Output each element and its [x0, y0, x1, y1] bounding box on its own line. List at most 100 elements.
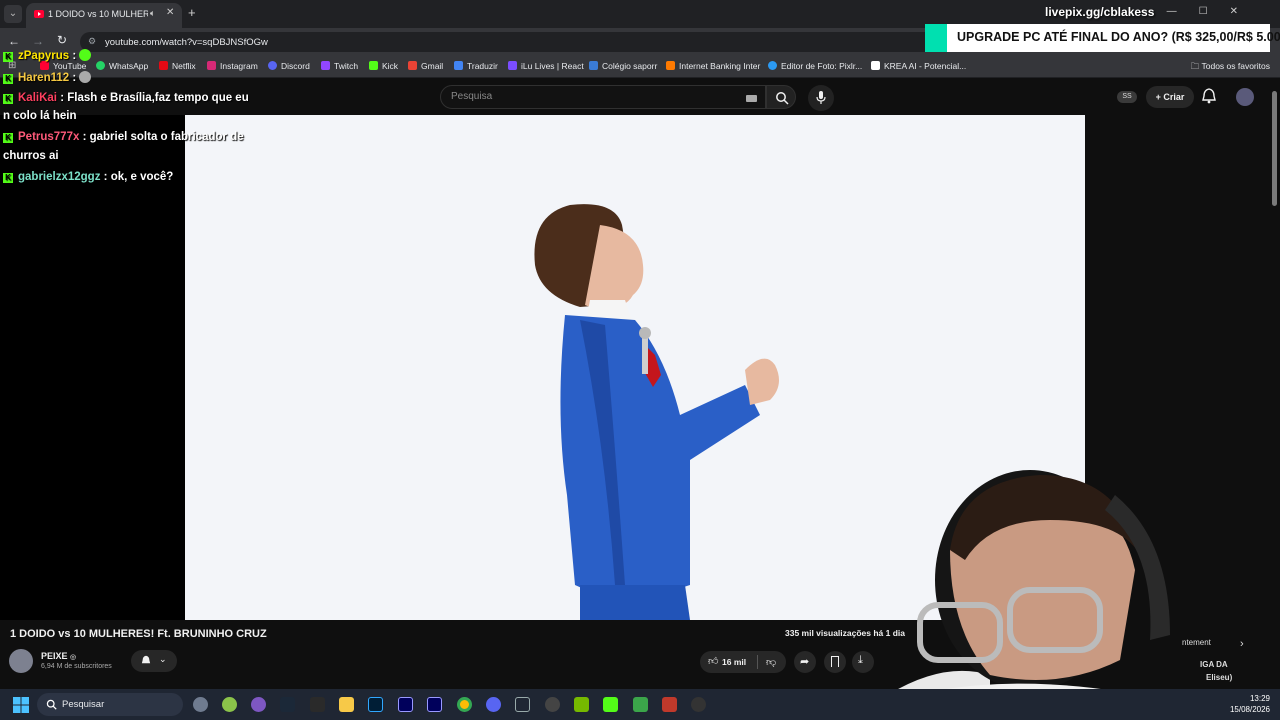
channel-name[interactable]: PEIXE ◎ — [41, 651, 76, 661]
recommendation-chip[interactable]: ntement — [1182, 638, 1211, 647]
channel-avatar[interactable] — [9, 649, 33, 673]
close-tab-icon[interactable]: ✕ — [166, 7, 174, 18]
pixlr-icon — [768, 61, 777, 70]
streamer-webcam — [880, 470, 1180, 720]
save-button[interactable] — [824, 651, 846, 673]
bookmark-youtube[interactable]: YouTube — [40, 61, 86, 71]
kick-icon[interactable] — [603, 697, 618, 712]
download-button[interactable]: ⤓ — [852, 651, 874, 673]
app-circle-icon[interactable] — [251, 697, 266, 712]
kick-badge-icon: K — [3, 94, 13, 104]
file-explorer-icon[interactable] — [339, 697, 354, 712]
bookmark-whatsapp[interactable]: WhatsApp — [96, 61, 148, 71]
chevron-down-icon: ⌄ — [159, 654, 167, 664]
app-icon[interactable] — [515, 697, 530, 712]
divider — [757, 655, 758, 669]
like-dislike-group[interactable]: 👍︎ 16 mil 👎︎ — [700, 651, 786, 673]
bookmark-traduzir[interactable]: Traduzir — [454, 61, 498, 71]
notification-subscribe-button[interactable]: ⌄ — [131, 650, 177, 672]
bookmark-colegio[interactable]: Colégio saporr — [589, 61, 657, 71]
page-scrollbar[interactable] — [1270, 79, 1280, 689]
window-controls[interactable]: —☐✕ — [1167, 6, 1260, 17]
voice-search-button[interactable] — [808, 85, 834, 111]
recommendation-subtitle[interactable]: Eliseu) — [1206, 673, 1232, 682]
twitch-icon — [321, 61, 330, 70]
speaker-icon[interactable]: 🔈︎ — [150, 8, 155, 19]
profile-badge[interactable]: SS — [1117, 91, 1137, 103]
chat-message-continued: n colo lá hein — [3, 110, 77, 122]
bookmark-discord[interactable]: Discord — [268, 61, 310, 71]
share-button[interactable]: ➦ — [794, 651, 816, 673]
url-text[interactable]: youtube.com/watch?v=sqDBJNSfOGw — [105, 37, 268, 48]
like-count: 16 mil — [722, 657, 747, 667]
bookmarks-bar: ⊞ YouTube WhatsApp Netflix Instagram Dis… — [0, 56, 1280, 78]
minecraft-icon[interactable] — [633, 697, 648, 712]
site-info-icon[interactable]: ⚙ — [88, 36, 96, 47]
search-button[interactable] — [766, 85, 796, 109]
premiere-icon[interactable] — [398, 697, 413, 712]
gmail-icon — [408, 61, 417, 70]
steam-icon[interactable] — [280, 697, 295, 712]
obs-icon[interactable] — [545, 697, 560, 712]
microphone-icon — [816, 91, 826, 104]
chat-message: Kgabrielzx12ggz : ok, e você? — [3, 171, 173, 183]
all-favorites-folder[interactable]: 🗀︎ Todos os favoritos — [1191, 61, 1270, 75]
chat-message: K Haren112 : — [3, 71, 92, 84]
chevron-right-icon[interactable]: › — [1240, 638, 1244, 650]
windows-start-icon[interactable] — [13, 697, 29, 713]
4k-app-icon[interactable] — [691, 697, 706, 712]
bank-icon — [666, 61, 675, 70]
new-tab-button[interactable]: + — [188, 5, 196, 20]
active-tab[interactable]: 1 DOIDO vs 10 MULHERES! 🔈︎ ✕ — [26, 3, 182, 28]
subscriber-count: 6,94 M de subscritores — [41, 663, 112, 670]
discord-icon[interactable] — [486, 697, 501, 712]
android-app-icon[interactable] — [222, 697, 237, 712]
bookmark-pixlr[interactable]: Editor de Foto: Pixlr... — [768, 61, 862, 71]
chrome-icon[interactable] — [457, 697, 472, 712]
create-button[interactable]: + Criar — [1146, 86, 1194, 108]
download-icon: ⤓ — [858, 654, 863, 666]
livepix-goal-text: UPGRADE PC ATÉ FINAL DO ANO? (R$ 325,00/… — [957, 30, 1280, 44]
school-icon — [589, 61, 598, 70]
bookmark-kick[interactable]: Kick — [369, 61, 398, 71]
system-clock[interactable]: 13:29 15/08/2026 — [1226, 693, 1270, 715]
notifications-bell-icon[interactable] — [1202, 88, 1216, 104]
back-arrow-icon[interactable]: ← — [8, 34, 20, 48]
reload-icon[interactable]: ↻ — [57, 33, 67, 47]
livepix-goal-banner: UPGRADE PC ATÉ FINAL DO ANO? (R$ 325,00/… — [925, 24, 1280, 52]
bookmark-twitch[interactable]: Twitch — [321, 61, 358, 71]
photoshop-icon[interactable] — [368, 697, 383, 712]
bookmark-gmail[interactable]: Gmail — [408, 61, 443, 71]
tab-title: 1 DOIDO vs 10 MULHERES! — [48, 9, 148, 19]
kick-badge-icon: K — [3, 74, 13, 84]
app-red-icon[interactable] — [662, 697, 677, 712]
emote-icon — [79, 49, 92, 61]
netflix-icon — [159, 61, 168, 70]
bookmark-netflix[interactable]: Netflix — [159, 61, 196, 71]
krea-icon — [871, 61, 880, 70]
bookmark-banking[interactable]: Internet Banking Inter — [666, 61, 760, 71]
scrollbar-thumb[interactable] — [1272, 91, 1277, 206]
share-icon: ➦ — [800, 656, 810, 668]
discord-icon — [268, 61, 277, 70]
bell-icon — [141, 655, 151, 664]
bookmark-instagram[interactable]: Instagram — [207, 61, 258, 71]
forward-arrow-icon[interactable]: → — [32, 34, 44, 48]
settings-gear-icon[interactable] — [193, 697, 208, 712]
search-input[interactable]: Pesquisa — [440, 85, 766, 109]
after-effects-icon[interactable] — [427, 697, 442, 712]
account-avatar[interactable] — [1236, 88, 1254, 106]
nvidia-icon[interactable] — [574, 697, 589, 712]
search-placeholder: Pesquisa — [451, 91, 493, 102]
taskbar-search[interactable]: Pesquisar — [37, 693, 183, 716]
bookmark-ilu-lives[interactable]: iLu Lives | React — [508, 61, 584, 71]
keyboard-icon[interactable] — [746, 95, 757, 102]
chat-message: K KaliKai : Flash e Brasília,faz tempo qu… — [3, 92, 249, 104]
tab-search-button[interactable]: ⌄ — [4, 5, 22, 23]
epic-games-icon[interactable] — [310, 697, 325, 712]
recommendation-title[interactable]: IGA DA — [1200, 660, 1228, 669]
kick-badge-icon: K — [3, 52, 13, 62]
search-icon — [46, 699, 57, 710]
chat-message-continued: churros ai — [3, 150, 59, 162]
bookmark-krea[interactable]: KREA AI - Potencial... — [871, 61, 966, 71]
